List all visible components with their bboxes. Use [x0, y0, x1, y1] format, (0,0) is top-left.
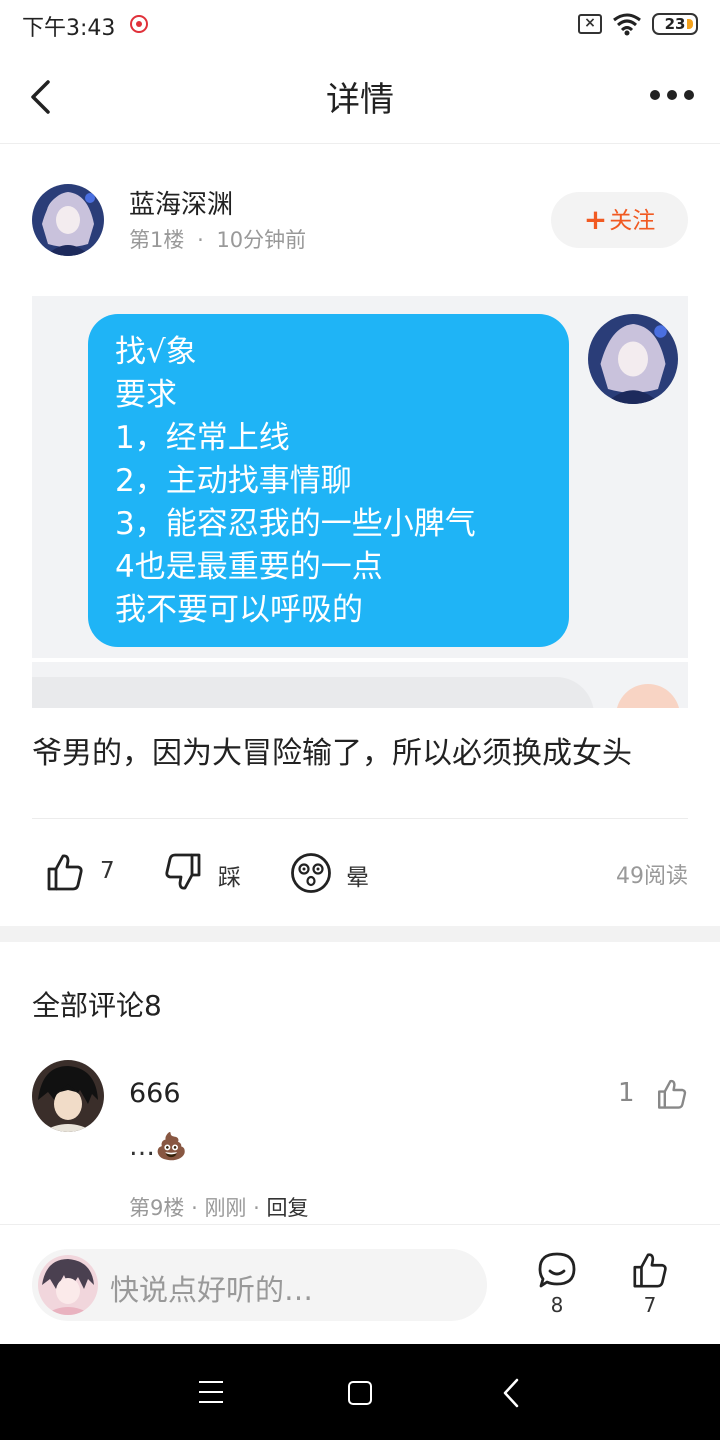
comment-avatar[interactable]: [32, 1060, 104, 1132]
chat-line: 1，经常上线: [115, 420, 290, 456]
comment-like-button[interactable]: 1: [618, 1078, 688, 1112]
wifi-icon: [613, 13, 641, 36]
system-nav-bar: [0, 1344, 720, 1440]
meta-separator: ·: [197, 228, 204, 252]
status-time: 下午3:43: [22, 16, 116, 41]
follow-label: 关注: [609, 208, 656, 234]
post-meta: 第1楼 · 10分钟前: [129, 224, 306, 254]
chat-avatar: [588, 314, 678, 404]
status-bar: 下午3:43 × 23: [0, 0, 720, 50]
plus-icon: +: [583, 203, 608, 236]
post-image[interactable]: 找√象 要求 1，经常上线 2，主动找事情聊 3，能容忍我的一些小脾气 4也是最…: [32, 296, 688, 708]
dizzy-face-icon: [291, 853, 331, 893]
dislike-button[interactable]: 踩: [164, 850, 254, 896]
reply-link[interactable]: 回复: [267, 1196, 309, 1220]
like-button[interactable]: 7: [46, 850, 126, 896]
chat-bubble-partial: [32, 677, 594, 708]
author-avatar[interactable]: [32, 184, 104, 256]
chat-avatar-partial: [616, 684, 680, 708]
comment-count: 8: [550, 1293, 564, 1317]
menu-icon[interactable]: [199, 1381, 223, 1403]
author-name[interactable]: 蓝海深渊: [129, 184, 233, 221]
home-icon[interactable]: [348, 1381, 372, 1405]
image-divider: [32, 658, 688, 662]
battery-icon: 23: [652, 13, 698, 35]
comments-heading: 全部评论8: [32, 989, 162, 1022]
more-dots-icon[interactable]: [650, 88, 694, 102]
post-floor: 第1楼: [129, 228, 185, 252]
thumbs-up-icon: [47, 854, 83, 891]
chat-line: 2，主动找事情聊: [115, 463, 352, 499]
dislike-label: 踩: [218, 865, 241, 891]
comment-bubble-icon: [538, 1252, 576, 1288]
bottom-like-button[interactable]: 7: [625, 1251, 675, 1321]
my-avatar: [38, 1255, 98, 1315]
top-nav-bar: 详情: [0, 50, 720, 144]
read-count: 49阅读: [616, 864, 688, 889]
dizzy-button[interactable]: 晕: [290, 850, 380, 896]
follow-button[interactable]: +关注: [551, 192, 688, 248]
comment-input[interactable]: 快说点好听的…: [32, 1249, 487, 1321]
comment-text: …💩: [129, 1132, 188, 1162]
comments-button[interactable]: 8: [532, 1251, 582, 1321]
battery-level: 23: [664, 15, 686, 33]
post-text: 爷男的，因为大冒险输了，所以必须换成女头: [32, 736, 632, 771]
comment-username[interactable]: 666: [129, 1078, 181, 1109]
back-icon[interactable]: [500, 1378, 524, 1408]
bottom-bar: 快说点好听的… 8 7: [0, 1224, 720, 1344]
comment-time: 刚刚: [204, 1196, 247, 1220]
divider: [32, 818, 688, 819]
comment-like-count: 1: [618, 1078, 635, 1108]
chat-line: 3，能容忍我的一些小脾气: [115, 506, 476, 542]
chat-bubble: 找√象 要求 1，经常上线 2，主动找事情聊 3，能容忍我的一些小脾气 4也是最…: [88, 314, 569, 647]
chat-line: 4也是最重要的一点: [115, 549, 383, 585]
meta-separator: ·: [191, 1196, 198, 1220]
chat-line: 要求: [115, 377, 177, 413]
section-separator: [0, 926, 720, 942]
input-placeholder: 快说点好听的…: [110, 1273, 314, 1307]
chat-line: 我不要可以呼吸的: [115, 592, 363, 628]
bottom-like-count: 7: [643, 1293, 657, 1317]
comment-meta: 第9楼 · 刚刚 · 回复: [129, 1192, 309, 1222]
thumbs-up-icon: [657, 1079, 687, 1109]
sim-off-icon: ×: [578, 14, 602, 34]
thumbs-up-icon: [633, 1253, 667, 1288]
thumbs-down-icon: [165, 853, 201, 890]
record-icon: [130, 15, 148, 33]
comment-floor: 第9楼: [129, 1196, 185, 1220]
meta-separator: ·: [253, 1196, 260, 1220]
post-time: 10分钟前: [216, 228, 307, 252]
page-title: 详情: [326, 80, 394, 120]
chat-line: 找√象: [115, 334, 197, 370]
dizzy-label: 晕: [346, 865, 369, 891]
like-count: 7: [100, 858, 115, 884]
